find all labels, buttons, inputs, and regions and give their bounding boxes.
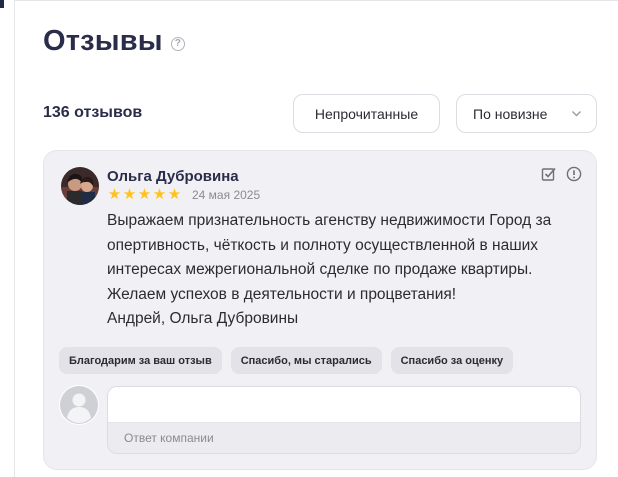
chevron-down-icon xyxy=(572,111,581,117)
quick-reply-chip[interactable]: Спасибо за оценку xyxy=(390,347,514,374)
star-icon: ★ xyxy=(152,186,167,203)
review-actions xyxy=(541,166,582,182)
sort-select[interactable]: По новизне xyxy=(456,94,597,133)
left-divider xyxy=(14,0,15,477)
review-date: 24 мая 2025 xyxy=(192,187,261,202)
author-avatar xyxy=(61,167,99,205)
quick-reply-chip[interactable]: Спасибо, мы старались xyxy=(230,347,382,374)
exclamation-circle-icon[interactable] xyxy=(566,166,582,182)
review-text-line: Желаем успехов в деятельности и процвета… xyxy=(107,285,457,303)
reviews-count: 136 отзывов xyxy=(43,104,143,121)
page-header: Отзывы ? xyxy=(43,25,185,58)
star-icon: ★ xyxy=(137,186,152,203)
review-rating: ★ ★ ★ ★ ★ 24 мая 2025 xyxy=(107,187,260,202)
review-card: Ольга Дубровина ★ ★ ★ ★ ★ 24 мая 2025 Выража… xyxy=(43,150,597,470)
quick-reply-chip[interactable]: Благодарим за ваш отзыв xyxy=(59,347,222,374)
review-text: Выражаем признательность агенству недвиж… xyxy=(107,209,587,332)
review-text-line: Андрей, Ольга Дубровины xyxy=(107,310,299,327)
company-reply-input[interactable] xyxy=(108,387,580,423)
page-title: Отзывы xyxy=(43,25,163,57)
star-icon: ★ xyxy=(107,186,122,203)
unread-filter-button[interactable]: Непрочитанные xyxy=(293,94,440,133)
check-square-icon[interactable] xyxy=(541,166,557,182)
review-text-line: опертивность, чёткость и полноту осущест… xyxy=(107,236,539,254)
top-divider xyxy=(14,0,618,1)
review-author: Ольга Дубровина xyxy=(107,168,239,185)
star-icon: ★ xyxy=(122,186,137,203)
company-avatar xyxy=(59,385,99,425)
quick-replies: Благодарим за ваш отзыв Спасибо, мы стар… xyxy=(59,347,514,374)
company-reply-box: Ответ компании xyxy=(107,386,581,454)
review-text-line: Выражаем признательность агенству недвиж… xyxy=(107,212,552,229)
star-icon: ★ xyxy=(167,186,182,203)
review-text-line: интересах межрегиональной сделке по прод… xyxy=(107,261,533,278)
company-reply-label: Ответ компании xyxy=(124,431,214,445)
sort-selected-value: По новизне xyxy=(473,105,548,122)
question-circle-icon[interactable]: ? xyxy=(170,36,185,51)
star-rating: ★ ★ ★ ★ ★ xyxy=(107,187,182,202)
corner-mark xyxy=(0,0,4,8)
reviews-page: Отзывы ? 136 отзывов Непрочитанные По но… xyxy=(0,0,618,477)
